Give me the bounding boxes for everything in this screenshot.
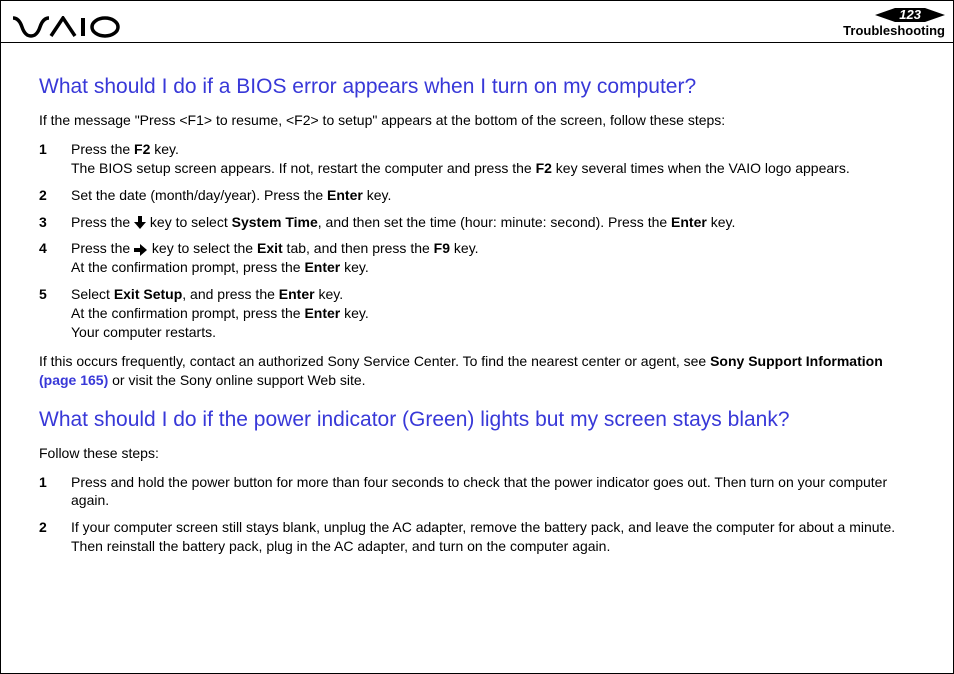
- step-1: Press and hold the power button for more…: [39, 473, 915, 511]
- steps-list-1: Press the F2 key. The BIOS setup screen …: [39, 140, 915, 342]
- page-header: 123 Troubleshooting: [1, 1, 953, 43]
- heading-power-indicator: What should I do if the power indicator …: [39, 408, 915, 432]
- intro-text: If the message "Press <F1> to resume, <F…: [39, 111, 915, 130]
- steps-list-2: Press and hold the power button for more…: [39, 473, 915, 557]
- heading-bios-error: What should I do if a BIOS error appears…: [39, 75, 915, 99]
- step-2: Set the date (month/day/year). Press the…: [39, 186, 915, 205]
- page-content: What should I do if a BIOS error appears…: [1, 43, 953, 586]
- step-3: Press the key to select System Time, and…: [39, 213, 915, 232]
- page-link-165[interactable]: (page 165): [39, 372, 108, 388]
- right-arrow-icon: [134, 244, 148, 256]
- step-2: If your computer screen still stays blan…: [39, 518, 915, 556]
- header-right: 123 Troubleshooting: [843, 8, 945, 42]
- vaio-logo: [13, 16, 123, 42]
- outro-text: If this occurs frequently, contact an au…: [39, 352, 915, 390]
- step-4: Press the key to select the Exit tab, an…: [39, 239, 915, 277]
- down-arrow-icon: [134, 216, 146, 230]
- step-5: Select Exit Setup, and press the Enter k…: [39, 285, 915, 342]
- intro-text-2: Follow these steps:: [39, 444, 915, 463]
- page-number: 123: [895, 8, 925, 22]
- step-1: Press the F2 key. The BIOS setup screen …: [39, 140, 915, 178]
- section-label: Troubleshooting: [843, 23, 945, 38]
- next-page-arrow[interactable]: [925, 8, 945, 22]
- page-navigator: 123: [843, 8, 945, 22]
- prev-page-arrow[interactable]: [875, 8, 895, 22]
